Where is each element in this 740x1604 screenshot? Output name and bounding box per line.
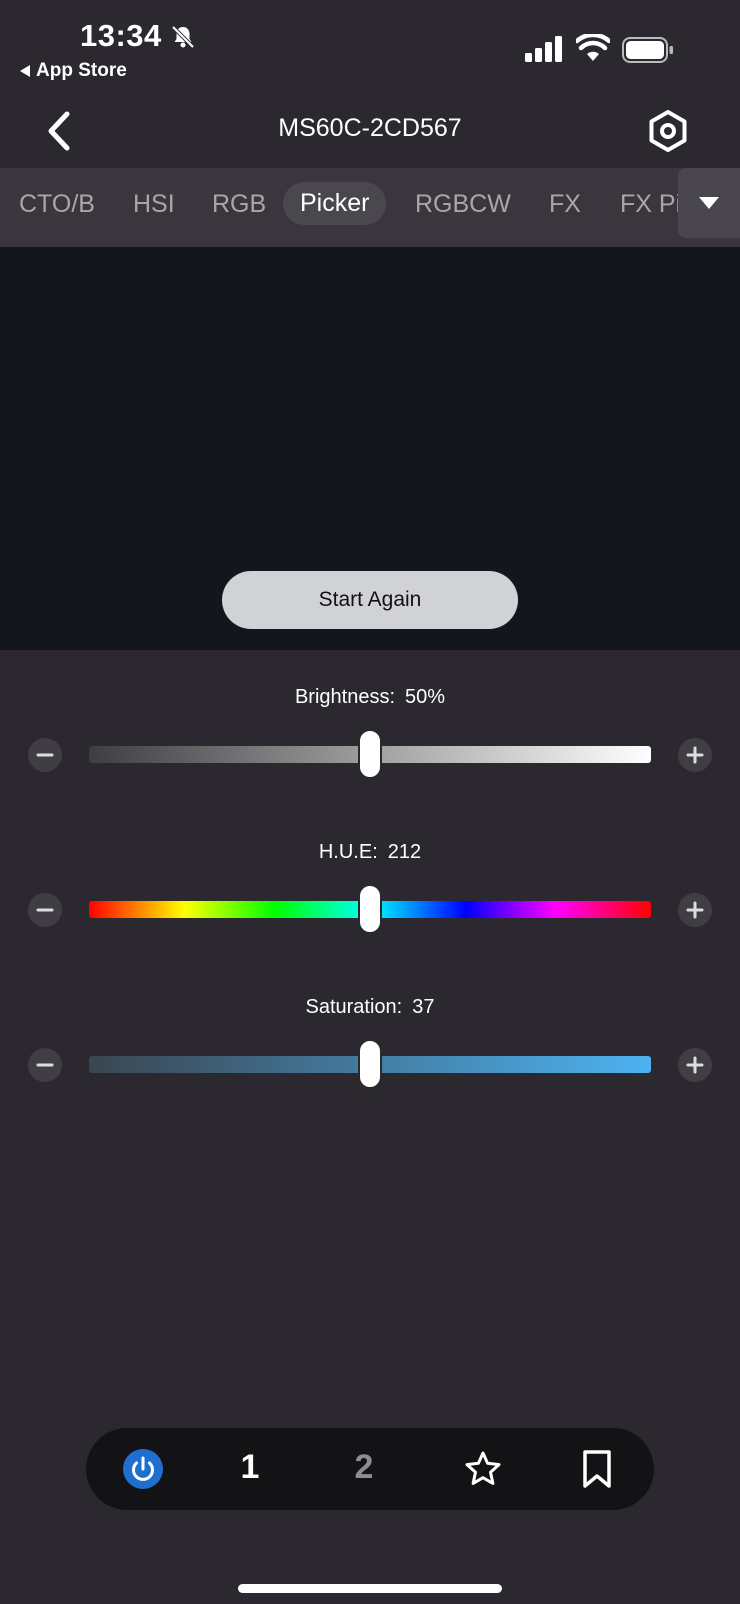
hue-label-text: H.U.E: xyxy=(318,841,378,863)
plus-icon xyxy=(686,1056,704,1074)
tab-hsi[interactable]: HSI xyxy=(133,190,175,219)
hue-slider-thumb[interactable] xyxy=(358,884,382,934)
wifi-icon xyxy=(576,34,610,61)
status-time: 13:34 xyxy=(80,18,162,53)
saturation-plus-button[interactable] xyxy=(678,1048,712,1082)
brightness-minus-button[interactable] xyxy=(28,738,62,772)
bookmark-icon[interactable] xyxy=(580,1449,614,1489)
saturation-value: 37 xyxy=(412,996,435,1018)
minus-icon xyxy=(36,1063,54,1067)
tab-picker[interactable]: Picker xyxy=(283,182,387,225)
tab-rgbcw[interactable]: RGBCW xyxy=(415,190,511,219)
device-title: MS60C-2CD567 xyxy=(278,114,462,142)
mode-tabbar: CTO/B HSI RGB Picker RGBCW FX FX Pi xyxy=(0,168,740,247)
power-button[interactable] xyxy=(123,1449,163,1489)
dropdown-arrow-icon xyxy=(699,197,719,209)
tab-rgb[interactable]: RGB xyxy=(212,190,266,219)
back-to-app-store[interactable]: App Store xyxy=(20,60,127,82)
minus-icon xyxy=(36,908,54,912)
battery-icon xyxy=(622,37,673,63)
bottom-toolbar: 1 2 xyxy=(86,1428,654,1510)
hue-value: 212 xyxy=(387,841,422,863)
minus-icon xyxy=(36,753,54,757)
hue-minus-button[interactable] xyxy=(28,893,62,927)
tab-fx-picker[interactable]: FX Pi xyxy=(620,190,681,219)
saturation-label: Saturation: 37 xyxy=(0,996,740,1019)
plus-icon xyxy=(686,901,704,919)
saturation-slider-thumb[interactable] xyxy=(358,1039,382,1089)
power-icon xyxy=(132,1456,154,1481)
brightness-plus-button[interactable] xyxy=(678,738,712,772)
hue-plus-button[interactable] xyxy=(678,893,712,927)
plus-icon xyxy=(686,746,704,764)
color-picker-area[interactable]: Start Again xyxy=(0,247,740,650)
preset-2-button[interactable]: 2 xyxy=(340,1448,388,1487)
star-icon[interactable] xyxy=(464,1450,502,1488)
saturation-label-text: Saturation: xyxy=(305,996,403,1018)
bell-muted-icon xyxy=(171,25,195,49)
tab-fx[interactable]: FX xyxy=(549,190,581,219)
tab-cto-b[interactable]: CTO/B xyxy=(19,190,95,219)
settings-hexagon-icon[interactable] xyxy=(645,108,691,154)
brightness-label-text: Brightness: xyxy=(294,686,396,708)
brightness-label: Brightness: 50% xyxy=(0,686,740,709)
home-indicator xyxy=(238,1584,502,1593)
saturation-minus-button[interactable] xyxy=(28,1048,62,1082)
brightness-value: 50% xyxy=(405,686,446,708)
preset-1-button[interactable]: 1 xyxy=(226,1448,274,1487)
start-again-button[interactable]: Start Again xyxy=(222,571,518,629)
brightness-slider-thumb[interactable] xyxy=(358,729,382,779)
cellular-signal-icon xyxy=(525,36,562,62)
back-app-label: App Store xyxy=(36,60,127,81)
hue-label: H.U.E: 212 xyxy=(0,841,740,864)
back-triangle-icon xyxy=(20,65,30,77)
tab-menu-button[interactable] xyxy=(678,168,740,238)
